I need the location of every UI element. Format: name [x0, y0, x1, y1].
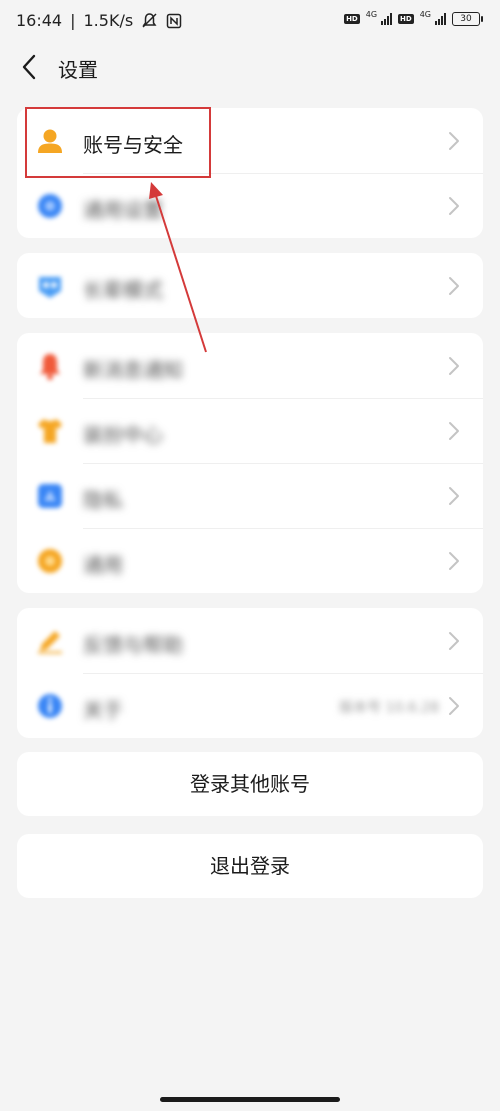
- chevron-right-icon: [449, 197, 459, 215]
- chevron-right-icon: [449, 552, 459, 570]
- settings-item-privacy[interactable]: 隐私: [17, 463, 483, 528]
- settings-group-preferences: 新消息通知 装扮中心 隐私 通用: [17, 333, 483, 593]
- settings-group-help: 反馈与帮助 关于 版本号 10.6.28: [17, 608, 483, 738]
- hd-badge-2: HD: [398, 14, 414, 24]
- settings-item-label: 反馈与帮助: [83, 633, 183, 657]
- mute-bell-icon: [142, 13, 157, 28]
- settings-item-common[interactable]: 通用: [17, 528, 483, 593]
- settings-item-label: 通用设置: [83, 198, 163, 222]
- chevron-right-icon: [449, 422, 459, 440]
- info-icon: [38, 694, 62, 718]
- nfc-icon: [166, 13, 182, 28]
- bell-icon: [40, 354, 60, 380]
- pencil-icon: [38, 631, 62, 654]
- chevron-right-icon: [449, 487, 459, 505]
- settings-item-about[interactable]: 关于 版本号 10.6.28: [17, 673, 483, 738]
- settings-item-notifications[interactable]: 新消息通知: [17, 333, 483, 398]
- chevron-right-icon: [449, 357, 459, 375]
- shield-icon: [38, 484, 62, 508]
- settings-item-label: 通用: [83, 553, 123, 577]
- gear-icon: [38, 194, 62, 218]
- settings-item-label: 隐私: [83, 488, 123, 512]
- shirt-icon: [38, 419, 62, 443]
- chevron-left-icon: [22, 54, 36, 80]
- chevron-right-icon: [449, 697, 459, 715]
- settings-item-label: 新消息通知: [83, 358, 183, 382]
- version-text: 版本号 10.6.28: [339, 700, 439, 716]
- switch-account-button[interactable]: 登录其他账号: [17, 752, 483, 816]
- page-title: 设置: [58, 58, 98, 82]
- battery-icon: 30: [452, 12, 483, 26]
- hd-badge-1: HD: [344, 14, 360, 24]
- settings-group-mode: 长辈模式: [17, 253, 483, 318]
- flower-icon: [38, 549, 62, 573]
- settings-item-general[interactable]: 通用设置: [17, 173, 483, 238]
- network-type-2: 4G: [419, 9, 431, 19]
- settings-item-label: 长辈模式: [83, 278, 163, 302]
- header: 设置: [0, 44, 500, 90]
- settings-item-label: 装扮中心: [83, 423, 163, 447]
- settings-item-feedback[interactable]: 反馈与帮助: [17, 608, 483, 673]
- back-button[interactable]: [16, 52, 46, 82]
- chevron-right-icon: [449, 632, 459, 650]
- settings-item-label: 关于: [83, 698, 123, 722]
- network-speed: 1.5K/s: [83, 11, 134, 30]
- heart-badge-icon: [39, 277, 61, 298]
- logout-button[interactable]: 退出登录: [17, 834, 483, 898]
- status-time: 16:44: [16, 11, 63, 30]
- chevron-right-icon: [449, 132, 459, 150]
- signal-icon-1: [381, 13, 393, 25]
- home-indicator[interactable]: [160, 1097, 340, 1102]
- status-bar: 16:44 | 1.5K/s HD 4G HD 4G 30: [0, 0, 500, 44]
- signal-icon-2: [435, 13, 446, 25]
- settings-item-elder-mode[interactable]: 长辈模式: [17, 253, 483, 318]
- chevron-right-icon: [449, 277, 459, 295]
- settings-item-theme[interactable]: 装扮中心: [17, 398, 483, 463]
- network-type-1: 4G: [365, 9, 378, 19]
- annotation-highlight-box: [25, 107, 211, 178]
